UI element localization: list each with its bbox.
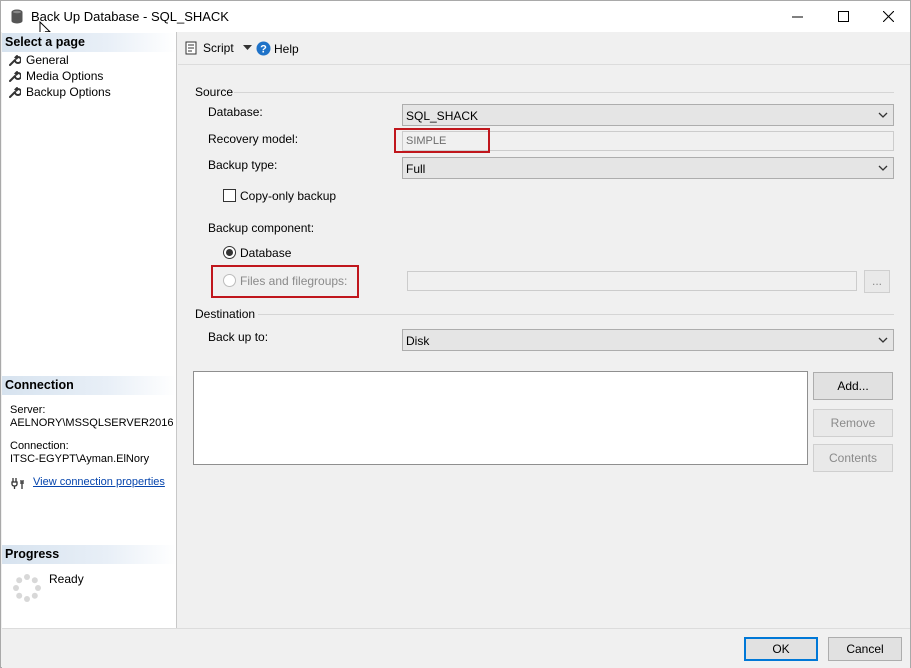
help-icon: ? <box>256 41 271 56</box>
wrench-icon <box>9 71 21 82</box>
back-up-to-label: Back up to: <box>208 330 269 344</box>
toolbar: Script ? Help <box>178 32 910 65</box>
progress-spinner-icon <box>13 574 41 602</box>
close-button[interactable] <box>865 1 911 32</box>
chevron-down-icon <box>878 112 888 118</box>
component-database-radio[interactable] <box>223 246 236 259</box>
server-label: Server: <box>10 404 46 416</box>
script-button[interactable]: Script <box>185 41 252 55</box>
ok-button[interactable]: OK <box>744 637 818 661</box>
progress-header: Progress <box>2 545 176 564</box>
title-bar: Back Up Database - SQL_SHACK <box>1 1 911 40</box>
database-icon <box>11 9 23 24</box>
maximize-icon <box>837 11 849 22</box>
destination-group-label: Destination <box>195 307 256 321</box>
dialog-footer: OK Cancel <box>2 628 910 668</box>
view-connection-properties-link[interactable]: View connection properties <box>33 476 165 488</box>
remove-destination-button[interactable]: Remove <box>813 409 893 437</box>
minimize-icon <box>791 16 803 18</box>
progress-status: Ready <box>49 572 84 586</box>
connection-label: Connection: <box>10 440 69 452</box>
page-item-label: General <box>26 53 69 67</box>
page-item-label: Media Options <box>26 69 104 83</box>
connection-value: ITSC-EGYPT\Ayman.ElNory <box>10 453 150 465</box>
script-label: Script <box>203 41 234 55</box>
backup-type-label: Backup type: <box>208 158 278 172</box>
destination-list[interactable] <box>193 371 808 465</box>
files-filegroups-field <box>407 271 857 291</box>
cancel-button[interactable]: Cancel <box>828 637 902 661</box>
database-label: Database: <box>208 105 263 119</box>
recovery-model-label: Recovery model: <box>208 132 299 146</box>
server-value: AELNORY\MSSQLSERVER2016 <box>10 417 174 429</box>
left-pane: Select a page General Media Options Back… <box>2 32 177 628</box>
page-item-general[interactable]: General <box>9 52 69 68</box>
general-page-content: Source Database: SQL_SHACK Recovery mode… <box>178 67 910 628</box>
source-divider <box>234 92 894 93</box>
copy-only-label: Copy-only backup <box>240 189 337 203</box>
maximize-button[interactable] <box>820 1 866 32</box>
chevron-down-icon <box>878 337 888 343</box>
wrench-icon <box>9 55 21 66</box>
add-destination-button[interactable]: Add... <box>813 372 893 400</box>
wrench-icon <box>9 87 21 98</box>
minimize-button[interactable] <box>774 1 820 32</box>
browse-files-button[interactable]: ... <box>864 270 890 293</box>
destination-divider <box>258 314 894 315</box>
help-button[interactable]: ? Help <box>256 41 299 56</box>
svg-text:?: ? <box>260 44 267 56</box>
back-up-to-select[interactable]: Disk <box>402 329 894 351</box>
connection-header: Connection <box>2 376 176 395</box>
help-label: Help <box>274 41 299 56</box>
backup-component-label: Backup component: <box>208 221 315 235</box>
source-group-label: Source <box>195 85 234 99</box>
page-item-media-options[interactable]: Media Options <box>9 68 103 84</box>
recovery-model-highlight <box>394 128 490 153</box>
select-page-header: Select a page <box>2 33 176 52</box>
chevron-down-icon <box>878 165 888 171</box>
backup-type-select[interactable]: Full <box>402 157 894 179</box>
chevron-down-icon <box>242 45 252 50</box>
close-icon <box>882 11 894 22</box>
script-icon <box>185 41 197 55</box>
copy-only-checkbox[interactable] <box>223 189 236 202</box>
database-select[interactable]: SQL_SHACK <box>402 104 894 126</box>
contents-button[interactable]: Contents <box>813 444 893 472</box>
backup-type-value: Full <box>406 162 426 176</box>
page-item-backup-options[interactable]: Backup Options <box>9 84 111 100</box>
component-database-label: Database <box>240 246 292 260</box>
connection-properties-icon <box>11 478 24 489</box>
page-item-label: Backup Options <box>26 85 111 99</box>
database-value: SQL_SHACK <box>406 109 479 123</box>
window-title: Back Up Database - SQL_SHACK <box>31 9 229 24</box>
backup-database-window: Back Up Database - SQL_SHACK Select a pa… <box>0 0 911 668</box>
files-filegroups-highlight <box>211 265 359 298</box>
back-up-to-value: Disk <box>406 334 430 348</box>
